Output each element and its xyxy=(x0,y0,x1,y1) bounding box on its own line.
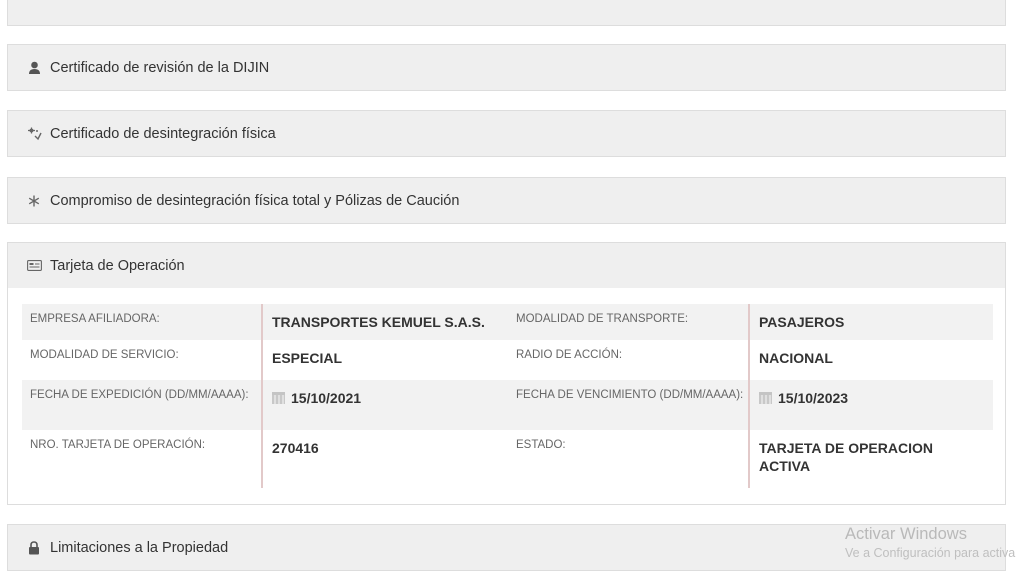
panel-dijin-title: Certificado de revisión de la DIJIN xyxy=(50,59,270,76)
fecha-expedicion-label: FECHA DE EXPEDICIÓN (DD/MM/AAAA): xyxy=(30,389,249,401)
modalidad-transporte-value: PASAJEROS xyxy=(748,304,993,340)
fecha-vencimiento-cell: 15/10/2023 xyxy=(748,380,993,430)
fecha-vencimiento-value: 15/10/2023 xyxy=(778,390,849,406)
nro-tarjeta-value: 270416 xyxy=(261,430,508,488)
windows-activation-title: Activar Windows xyxy=(845,525,967,543)
modalidad-servicio-label: MODALIDAD DE SERVICIO: xyxy=(30,349,179,361)
table-row: FECHA DE EXPEDICIÓN (DD/MM/AAAA): 15/10/… xyxy=(22,380,993,430)
table-row: MODALIDAD DE SERVICIO: ESPECIAL RADIO DE… xyxy=(22,340,993,380)
user-icon xyxy=(26,60,42,76)
estado-value: TARJETA DE OPERACION ACTIVA xyxy=(748,430,993,488)
calendar-icon xyxy=(272,392,285,404)
radio-value: NACIONAL xyxy=(748,340,993,380)
panel-tarjeta-body: EMPRESA AFILIADORA: TRANSPORTES KEMUEL S… xyxy=(7,288,1006,505)
radio-label: RADIO DE ACCIÓN: xyxy=(516,349,623,361)
panel-desintegracion-title: Certificado de desintegración física xyxy=(50,125,276,142)
asterisk-icon xyxy=(26,193,42,209)
modalidad-transporte-label: MODALIDAD DE TRANSPORTE: xyxy=(516,313,689,325)
fecha-vencimiento-label: FECHA DE VENCIMIENTO (DD/MM/AAAA): xyxy=(516,389,744,401)
panel-tarjeta-title: Tarjeta de Operación xyxy=(50,257,185,274)
table-row: EMPRESA AFILIADORA: TRANSPORTES KEMUEL S… xyxy=(22,304,993,340)
windows-activation-subtitle: Ve a Configuración para activa xyxy=(845,546,1016,560)
panel-desintegracion-header[interactable]: Certificado de desintegración física xyxy=(7,110,1006,157)
nro-tarjeta-label: NRO. TARJETA DE OPERACIÓN: xyxy=(30,439,206,451)
table-row: NRO. TARJETA DE OPERACIÓN: 270416 ESTADO… xyxy=(22,430,993,488)
previous-panel-bottom xyxy=(7,0,1006,26)
fecha-expedicion-cell: 15/10/2021 xyxy=(261,380,508,430)
panel-tarjeta-header[interactable]: Tarjeta de Operación xyxy=(7,242,1006,289)
panel-compromiso-title: Compromiso de desintegración física tota… xyxy=(50,192,460,209)
lock-icon xyxy=(26,540,42,556)
panel-compromiso-header[interactable]: Compromiso de desintegración física tota… xyxy=(7,177,1006,224)
estado-label: ESTADO: xyxy=(516,439,566,451)
fecha-expedicion-value: 15/10/2021 xyxy=(291,390,362,406)
empresa-label: EMPRESA AFILIADORA: xyxy=(30,313,160,325)
modalidad-servicio-value: ESPECIAL xyxy=(261,340,508,380)
panel-limitaciones-title: Limitaciones a la Propiedad xyxy=(50,539,229,556)
panel-dijin-header[interactable]: Certificado de revisión de la DIJIN xyxy=(7,44,1006,91)
empresa-value: TRANSPORTES KEMUEL S.A.S. xyxy=(261,304,508,340)
calendar-icon xyxy=(759,392,772,404)
card-icon xyxy=(26,258,42,274)
recycle-icon xyxy=(26,126,42,142)
